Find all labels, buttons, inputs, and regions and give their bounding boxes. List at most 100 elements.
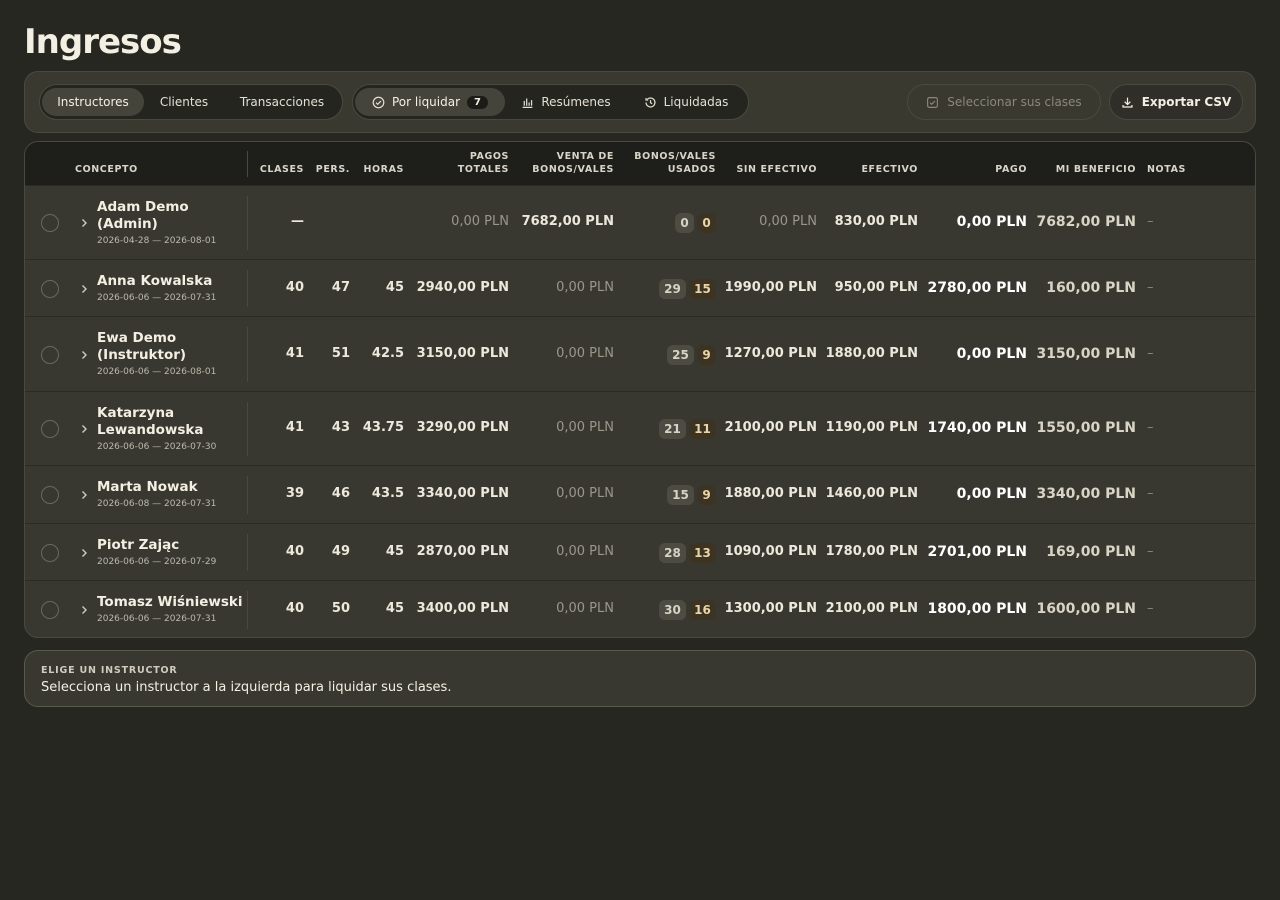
header-line: TOTALES bbox=[457, 164, 509, 175]
row-select-checkbox[interactable] bbox=[41, 345, 59, 364]
tab-clientes[interactable]: Clientes bbox=[146, 88, 222, 116]
table-row[interactable]: Tomasz Wiśniewski 2026-06-06 — 2026-07-31… bbox=[25, 580, 1255, 637]
date-range: 2026-06-06 — 2026-07-30 bbox=[97, 441, 217, 452]
cell-pers: 49 bbox=[331, 543, 350, 559]
cell-horas: 45 bbox=[385, 279, 404, 295]
chevron-right-icon[interactable] bbox=[79, 605, 89, 615]
tab-por-liquidar[interactable]: Por liquidar 7 bbox=[355, 88, 505, 116]
cell-venta: 0,00 PLN bbox=[556, 345, 614, 361]
date-range: 2026-06-08 — 2026-07-31 bbox=[97, 499, 217, 509]
cell-pagos: 0,00 PLN bbox=[451, 214, 509, 229]
tab-instructores[interactable]: Instructores bbox=[42, 88, 144, 116]
header-mi-beneficio[interactable]: MI BENEFICIO bbox=[1035, 163, 1136, 176]
row-select-checkbox[interactable] bbox=[41, 279, 59, 298]
vouchers-used-badge-primary: 21 bbox=[659, 419, 686, 439]
info-text: Selecciona un instructor a la izquierda … bbox=[41, 680, 452, 695]
header-horas[interactable]: HORAS bbox=[355, 163, 404, 176]
cell-notas[interactable]: – bbox=[1147, 280, 1154, 295]
header-efectivo[interactable]: EFECTIVO bbox=[825, 163, 918, 176]
cell-notas[interactable]: – bbox=[1147, 601, 1154, 616]
header-line: VENTA DE bbox=[556, 151, 614, 162]
header-bonos-usados[interactable]: BONOS/VALES USADOS bbox=[621, 150, 716, 176]
view-tabs: Instructores Clientes Transacciones bbox=[39, 84, 343, 120]
cell-horas: 42.5 bbox=[371, 345, 404, 361]
tab-label: Liquidadas bbox=[663, 95, 729, 109]
header-sin-efectivo[interactable]: SIN EFECTIVO bbox=[721, 163, 817, 176]
column-divider bbox=[247, 591, 248, 629]
cell-pagos: 2870,00 PLN bbox=[416, 543, 509, 559]
tab-liquidadas[interactable]: Liquidadas bbox=[631, 88, 741, 116]
cell-clases: 41 bbox=[285, 420, 304, 435]
cell-beneficio: 7682,00 PLN bbox=[1036, 214, 1136, 230]
instructor-name: Ewa Demo (Instruktor) bbox=[97, 330, 187, 363]
table-row[interactable]: Adam Demo (Admin) 2026-04-28 — 2026-08-01… bbox=[25, 185, 1255, 259]
cell-pago: 0,00 PLN bbox=[956, 345, 1027, 362]
vouchers-used-badge-primary: 29 bbox=[659, 278, 686, 299]
download-icon bbox=[1122, 97, 1133, 108]
chevron-right-icon[interactable] bbox=[79, 284, 89, 294]
header-clases[interactable]: CLASES bbox=[251, 163, 304, 176]
cell-beneficio: 3340,00 PLN bbox=[1036, 486, 1136, 502]
cell-notas[interactable]: – bbox=[1147, 420, 1154, 435]
cell-notas[interactable]: – bbox=[1147, 346, 1154, 361]
cell-notas[interactable]: – bbox=[1147, 214, 1154, 229]
cell-pagos: 2940,00 PLN bbox=[416, 279, 509, 295]
cell-notas[interactable]: – bbox=[1147, 486, 1154, 501]
cell-sin-efectivo: 0,00 PLN bbox=[759, 214, 817, 229]
instructor-name: Tomasz Wiśniewski bbox=[97, 594, 243, 610]
cell-horas: 45 bbox=[385, 601, 404, 616]
check-circle-icon bbox=[372, 96, 385, 108]
column-divider bbox=[247, 327, 248, 382]
chevron-right-icon[interactable] bbox=[79, 548, 89, 558]
vouchers-used-badge-primary: 0 bbox=[675, 213, 694, 233]
row-select-checkbox[interactable] bbox=[41, 543, 59, 562]
table-row[interactable]: Marta Nowak 2026-06-08 — 2026-07-31 39 46 43… bbox=[25, 465, 1255, 523]
chevron-right-icon[interactable] bbox=[79, 218, 89, 228]
tab-label: Resúmenes bbox=[541, 95, 611, 109]
checkbox-icon bbox=[927, 96, 939, 108]
table-row[interactable]: Ewa Demo (Instruktor) 2026-06-06 — 2026-0… bbox=[25, 316, 1255, 391]
chevron-right-icon[interactable] bbox=[79, 424, 89, 434]
vouchers-used-badge-secondary: 13 bbox=[689, 542, 716, 563]
column-divider bbox=[247, 534, 248, 571]
header-pagos-totales[interactable]: PAGOS TOTALES bbox=[425, 150, 509, 176]
header-pers[interactable]: PERS. bbox=[307, 163, 350, 176]
export-csv-button[interactable]: Exportar CSV bbox=[1109, 84, 1243, 120]
header-concepto[interactable]: CONCEPTO bbox=[75, 163, 138, 176]
header-pago[interactable]: PAGO bbox=[925, 163, 1027, 176]
page-title: Ingresos bbox=[24, 22, 182, 62]
vouchers-used-badge-primary: 25 bbox=[667, 344, 694, 365]
count-badge: 7 bbox=[467, 95, 488, 109]
vouchers-used-badge-secondary: 0 bbox=[697, 213, 716, 233]
select-classes-button[interactable]: Seleccionar sus clases bbox=[907, 84, 1101, 120]
row-select-checkbox[interactable] bbox=[41, 420, 59, 438]
cell-horas: 45 bbox=[385, 543, 404, 559]
header-divider bbox=[247, 151, 248, 177]
vouchers-used-badge-secondary: 15 bbox=[689, 278, 716, 299]
cell-clases: 40 bbox=[285, 279, 304, 295]
table-row[interactable]: Katarzyna Lewandowska 2026-06-06 — 2026-0… bbox=[25, 391, 1255, 465]
cell-notas[interactable]: – bbox=[1147, 544, 1154, 559]
row-select-checkbox[interactable] bbox=[41, 486, 59, 504]
header-notas[interactable]: NOTAS bbox=[1147, 163, 1186, 176]
table-row[interactable]: Anna Kowalska 2026-06-06 — 2026-07-31 40 47… bbox=[25, 259, 1255, 316]
tab-resumenes[interactable]: Resúmenes bbox=[511, 88, 621, 116]
tab-label: Instructores bbox=[57, 95, 129, 109]
cell-pago: 2701,00 PLN bbox=[927, 543, 1027, 560]
cell-venta: 0,00 PLN bbox=[556, 543, 614, 559]
row-select-checkbox[interactable] bbox=[41, 601, 59, 619]
instructor-name: Piotr Zając bbox=[97, 536, 180, 553]
bar-chart-icon bbox=[522, 97, 533, 108]
cell-efectivo: 830,00 PLN bbox=[834, 214, 918, 229]
tab-transacciones[interactable]: Transacciones bbox=[224, 88, 340, 116]
chevron-right-icon[interactable] bbox=[79, 490, 89, 500]
tab-label: Transacciones bbox=[239, 95, 325, 109]
column-divider bbox=[247, 270, 248, 307]
cell-pers: 43 bbox=[331, 420, 350, 435]
cell-beneficio: 1550,00 PLN bbox=[1036, 420, 1136, 436]
chevron-right-icon[interactable] bbox=[79, 350, 89, 360]
vouchers-used-badge-primary: 28 bbox=[659, 542, 686, 563]
header-venta-bonos[interactable]: VENTA DE BONOS/VALES bbox=[515, 150, 614, 176]
row-select-checkbox[interactable] bbox=[41, 214, 59, 232]
table-row[interactable]: Piotr Zając 2026-06-06 — 2026-07-29 40 49 45… bbox=[25, 523, 1255, 580]
